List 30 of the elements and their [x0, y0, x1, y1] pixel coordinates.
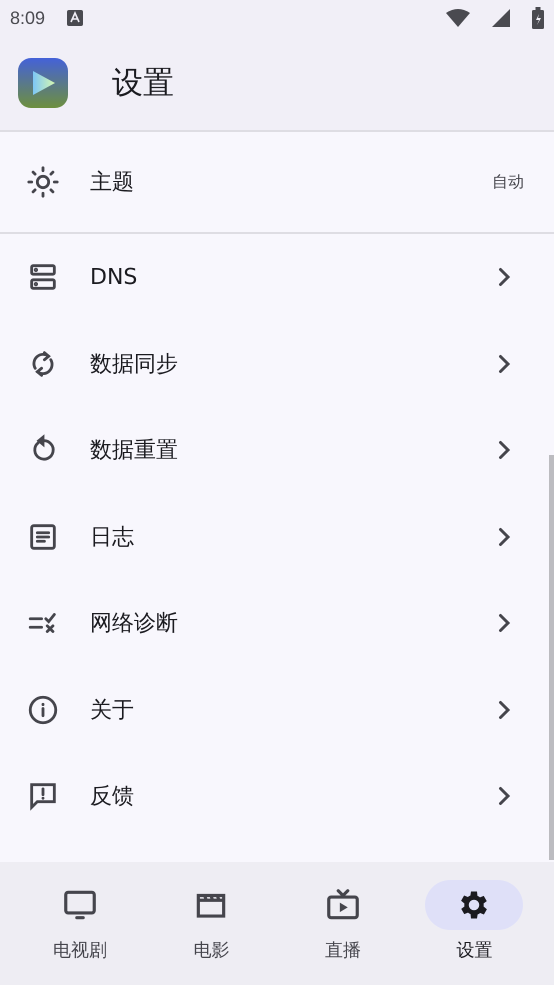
settings-label: 数据重置	[90, 437, 179, 466]
settings-label: 日志	[90, 524, 135, 552]
settings-label: DNS	[90, 264, 138, 290]
settings-item[interactable]: DNS	[0, 234, 548, 320]
settings-label: 数据同步	[90, 350, 179, 379]
keyboard-notification-icon	[67, 10, 84, 26]
nav-label[interactable]: 设置	[456, 938, 492, 962]
settings-item[interactable]: 网络诊断	[0, 580, 548, 666]
nav-label[interactable]: 电影	[193, 938, 230, 962]
settings-label: 主题	[90, 169, 135, 197]
settings-item[interactable]: 关于	[0, 666, 548, 753]
nav-label[interactable]: 电视剧	[52, 938, 107, 962]
sun-icon	[26, 165, 60, 199]
wifi-icon	[446, 9, 470, 27]
page-title: 设置	[112, 64, 174, 103]
app-logo-icon	[18, 58, 68, 108]
signal-icon	[492, 9, 510, 27]
settings-item[interactable]: 主题 自动	[0, 132, 554, 234]
settings-label: 网络诊断	[90, 610, 179, 638]
nav-label[interactable]: 直播	[324, 938, 361, 962]
settings-item[interactable]: 反馈	[0, 753, 548, 840]
settings-item[interactable]: 日志	[0, 494, 548, 580]
settings-item[interactable]: 数据重置	[0, 407, 548, 494]
settings-label: 关于	[90, 696, 135, 725]
battery-icon	[532, 7, 544, 29]
settings-label: 反馈	[90, 783, 135, 812]
settings-item[interactable]: 数据同步	[0, 320, 548, 407]
nav-tab[interactable]	[425, 880, 524, 930]
settings-value: 自动	[492, 172, 524, 192]
status-time: 8:09	[10, 8, 46, 28]
